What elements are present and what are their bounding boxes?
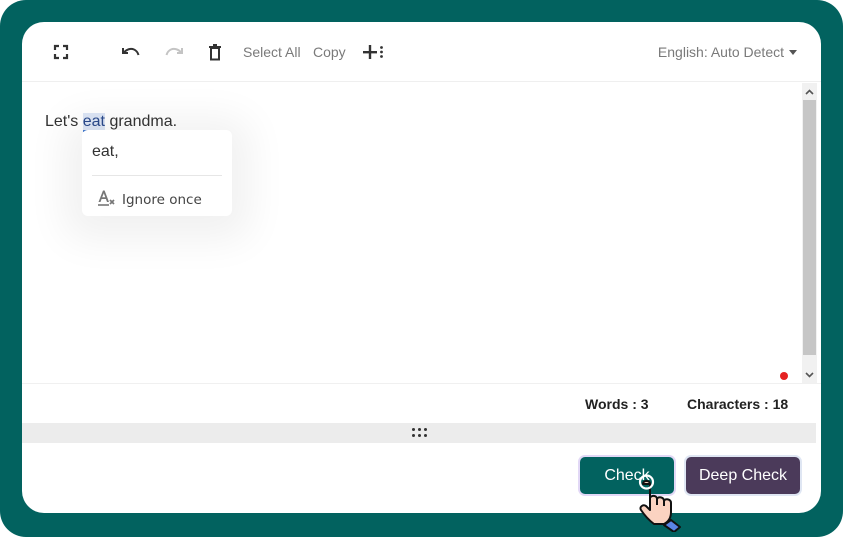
language-dropdown[interactable]: English: Auto Detect [658,44,797,60]
clear-format-icon [97,189,116,211]
pointing-hand-icon [625,470,685,533]
language-label: English: Auto Detect [657,44,784,60]
grip-icon [412,428,428,438]
caret-down-icon [789,50,797,55]
trash-icon[interactable] [205,42,225,62]
undo-icon[interactable] [121,42,141,62]
copy-button[interactable]: Copy [313,44,346,60]
character-count: Characters : 18 [687,396,789,412]
text-editor[interactable]: Let's eat grandma. [22,83,802,383]
suggestion-item[interactable]: eat, [92,143,119,161]
word-count: Words : 3 [585,396,649,412]
add-more-icon[interactable] [362,42,386,62]
popup-divider [92,175,222,176]
scroll-up-icon[interactable] [802,84,817,99]
stats-divider [22,383,821,384]
select-all-button[interactable]: Select All [243,44,301,60]
deep-check-button[interactable]: Deep Check [686,457,800,494]
editor-scrollbar[interactable] [802,83,817,383]
toolbar: Select All Copy English: Auto Detect [22,22,821,82]
text-after: grandma. [105,113,178,130]
fullscreen-icon[interactable] [51,42,71,62]
resize-handle[interactable] [22,423,816,443]
text-before: Let's [45,113,83,130]
redo-icon[interactable] [164,42,184,62]
ignore-once-button[interactable]: Ignore once [97,189,202,211]
suggestion-popup: eat, Ignore once [82,130,232,216]
deep-check-button-label: Deep Check [698,466,788,484]
scrollbar-thumb[interactable] [803,100,816,355]
status-dot [780,372,788,380]
editor-content[interactable]: Let's eat grandma. [45,113,178,132]
ignore-once-label: Ignore once [122,192,202,208]
grammar-checker-card: Select All Copy English: Auto Detect Let… [22,22,821,513]
scroll-down-icon[interactable] [802,367,817,382]
